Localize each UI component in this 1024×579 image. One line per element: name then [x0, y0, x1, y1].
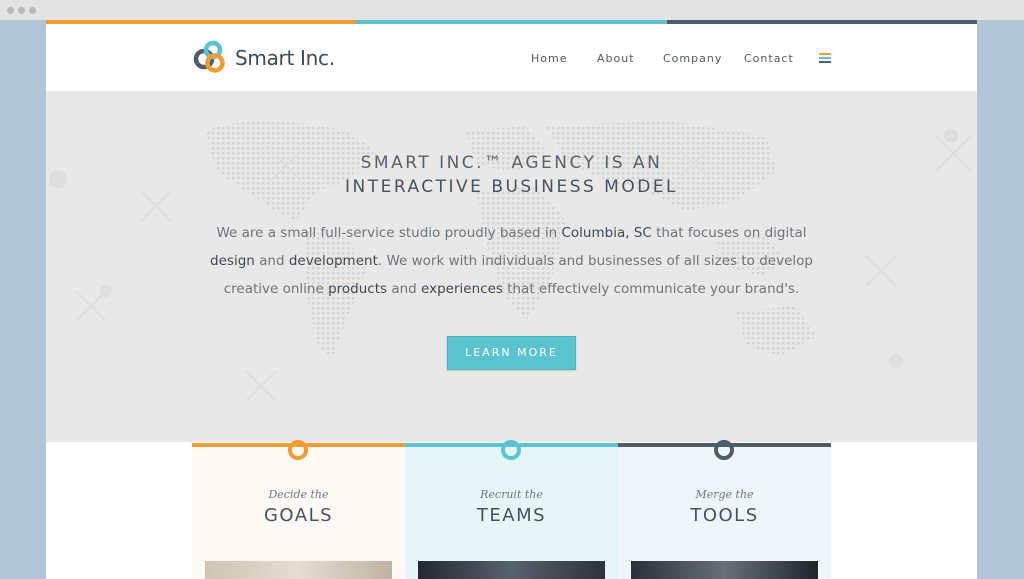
hero-section: SMART INC.™ AGENCY IS AN INTERACTIVE BUS…: [46, 91, 977, 442]
hero-keyword: design: [210, 253, 255, 269]
hero-title-line2: INTERACTIVE BUSINESS MODEL: [344, 177, 679, 197]
features-section: Decide the GOALS Recruit the TEAMS Merge…: [46, 440, 977, 579]
brand-name[interactable]: Smart Inc.: [235, 46, 335, 70]
hero-keyword: development: [288, 253, 378, 269]
card-image: [631, 561, 818, 579]
hero-keyword: experiences: [421, 281, 503, 297]
nav-company[interactable]: Company: [663, 52, 722, 65]
hero-description: We are a small full-service studio proud…: [206, 219, 817, 303]
site-header: Smart Inc. Home About Company Contact: [46, 24, 977, 91]
card-goals[interactable]: Decide the GOALS: [192, 440, 405, 579]
nav-about[interactable]: About: [597, 52, 635, 65]
hero-text: that effectively communicate your brand'…: [502, 281, 800, 297]
window-close-dot[interactable]: [7, 7, 14, 14]
browser-titlebar: [0, 0, 1024, 20]
brand-logo-icon[interactable]: [192, 39, 228, 75]
card-ring-icon: [288, 440, 308, 460]
card-tools[interactable]: Merge the TOOLS: [618, 440, 831, 579]
hero-text: that focuses on digital: [651, 225, 807, 241]
card-subtitle: Merge the: [695, 488, 754, 501]
card-ring-icon: [501, 440, 521, 460]
card-subtitle: Decide the: [268, 488, 329, 501]
nav-home[interactable]: Home: [531, 52, 567, 65]
hero-title-line1: SMART INC.™ AGENCY IS AN: [360, 153, 663, 173]
card-teams[interactable]: Recruit the TEAMS: [405, 440, 618, 579]
card-ring-icon: [714, 440, 734, 460]
window-minimize-dot[interactable]: [18, 7, 25, 14]
card-image: [418, 561, 605, 579]
learn-more-button[interactable]: LEARN MORE: [447, 336, 576, 370]
card-title: GOALS: [263, 505, 334, 526]
nav-contact[interactable]: Contact: [744, 52, 794, 65]
hero-keyword: products: [328, 281, 388, 297]
hero-text: and: [387, 281, 422, 297]
card-subtitle: Recruit the: [480, 488, 543, 501]
card-title: TOOLS: [690, 505, 759, 526]
card-image: [205, 561, 392, 579]
hero-keyword: Columbia, SC: [561, 225, 652, 241]
card-title: TEAMS: [476, 505, 547, 526]
window-maximize-dot[interactable]: [29, 7, 36, 14]
hero-text: We are a small full-service studio proud…: [216, 225, 562, 241]
hero-text: and: [254, 253, 289, 269]
hamburger-menu-icon[interactable]: [819, 53, 831, 63]
web-page: Smart Inc. Home About Company Contact SM…: [46, 20, 977, 579]
